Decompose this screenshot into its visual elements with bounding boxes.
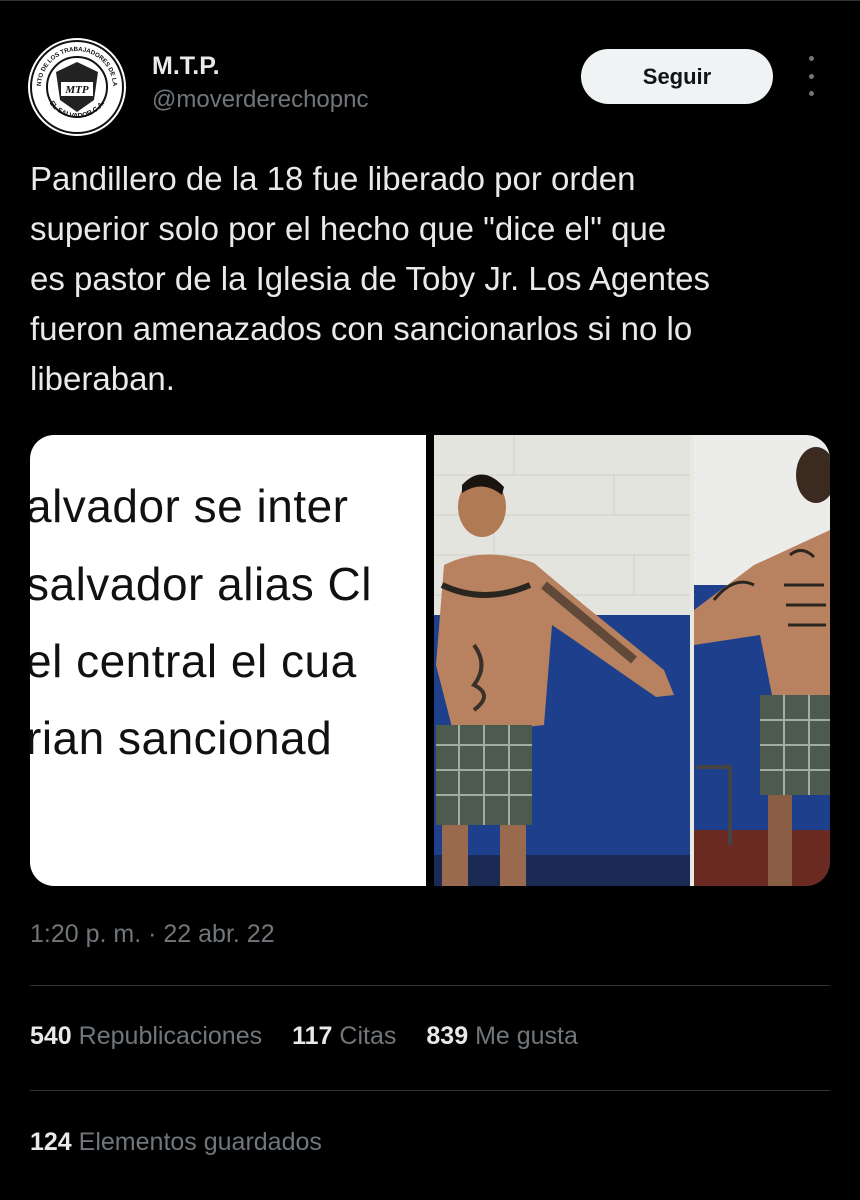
- divider: [30, 1090, 830, 1091]
- bookmarks-count: 124: [30, 1128, 72, 1156]
- likes-label: Me gusta: [475, 1022, 578, 1050]
- reposts-label: Republicaciones: [78, 1022, 263, 1050]
- divider: [30, 985, 830, 986]
- reposts-count: 540: [30, 1022, 72, 1050]
- tweet-line: superior solo por el hecho que "dice el"…: [30, 210, 667, 247]
- tweet-line: fueron amenazados con sancionarlos si no…: [30, 310, 693, 347]
- tweet-media[interactable]: alvador se inter salvador alias Cl el ce…: [30, 435, 830, 886]
- tweet-timestamp[interactable]: 1:20 p. m. · 22 abr. 22: [30, 920, 275, 949]
- photo-back[interactable]: [694, 435, 830, 886]
- media-divider: [426, 435, 434, 886]
- follow-button[interactable]: Seguir: [581, 49, 773, 104]
- bookmarks-stat[interactable]: 124 Elementos guardados: [30, 1128, 322, 1157]
- police-union-logo: MOVIMIENTO DE LOS TRABAJADORES DE LA POL…: [28, 38, 125, 135]
- document-line: salvador alias Cl: [30, 558, 372, 610]
- likes-stat[interactable]: 839 Me gusta: [426, 1022, 578, 1051]
- tweet-line: liberaban.: [30, 360, 175, 397]
- quotes-label: Citas: [339, 1022, 397, 1050]
- svg-text:MTP: MTP: [64, 84, 89, 96]
- likes-count: 839: [426, 1022, 469, 1050]
- more-vertical-icon[interactable]: [796, 56, 826, 96]
- document-image[interactable]: alvador se inter salvador alias Cl el ce…: [30, 435, 426, 886]
- document-line: rian sancionad: [30, 712, 333, 764]
- author-handle[interactable]: @moverderechopnc: [152, 86, 368, 114]
- tweet-text: Pandillero de la 18 fue liberado por ord…: [30, 154, 820, 404]
- reposts-stat[interactable]: 540 Republicaciones: [30, 1022, 262, 1051]
- bookmarks-label: Elementos guardados: [78, 1128, 322, 1156]
- document-line: el central el cua: [30, 635, 357, 687]
- tweet-line: Pandillero de la 18 fue liberado por ord…: [30, 160, 636, 197]
- quotes-count: 117: [292, 1022, 333, 1050]
- photo-front[interactable]: [434, 435, 690, 886]
- tweet-line: es pastor de la Iglesia de Toby Jr. Los …: [30, 260, 710, 297]
- avatar[interactable]: MOVIMIENTO DE LOS TRABAJADORES DE LA POL…: [28, 38, 126, 136]
- document-line: alvador se inter: [30, 480, 349, 532]
- author-display-name[interactable]: M.T.P.: [152, 52, 220, 81]
- engagement-stats: 540 Republicaciones 117 Citas 839 Me gus…: [30, 1022, 578, 1051]
- quotes-stat[interactable]: 117 Citas: [292, 1022, 396, 1051]
